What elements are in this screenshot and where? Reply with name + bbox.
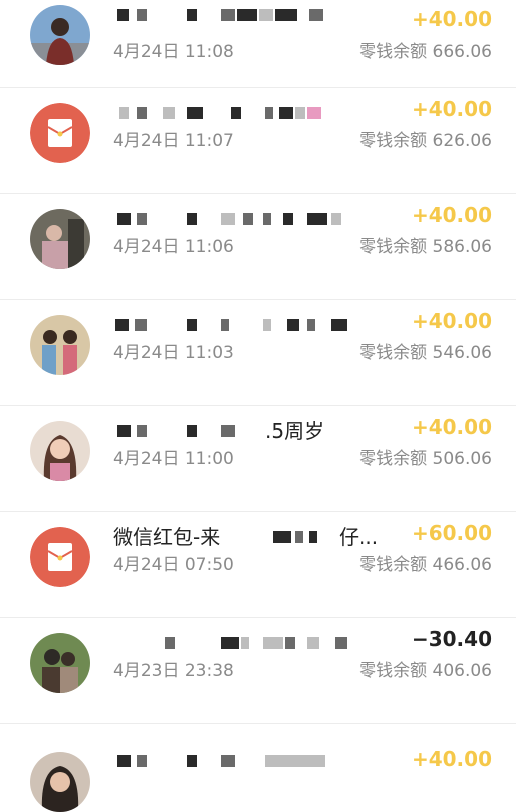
transaction-amount: +60.00 (411, 521, 492, 545)
transaction-amount: +40.00 (411, 747, 492, 771)
transaction-row[interactable]: 4月24日 11:06 +40.00 零钱余额 586.06 (0, 194, 516, 300)
balance-text: 零钱余额 586.06 (359, 236, 492, 258)
transaction-amount: +40.00 (411, 415, 492, 439)
balance-text: 零钱余额 666.06 (359, 41, 492, 63)
avatar (30, 5, 90, 65)
red-packet-icon (30, 103, 90, 163)
balance-value: 666.06 (432, 42, 492, 62)
transaction-time: 4月24日 11:06 (113, 237, 234, 257)
transaction-time: 4月24日 11:08 (113, 42, 234, 62)
transaction-title (113, 0, 393, 30)
transaction-row[interactable]: .5周岁 4月24日 11:00 +40.00 零钱余额 506.06 (0, 406, 516, 512)
balance-text: 零钱余额 506.06 (359, 448, 492, 470)
balance-label: 零钱余额 (359, 42, 428, 62)
transaction-row[interactable]: 微信红包-来 仔... 4月24日 07:50 +60.00 零钱余额 466.… (0, 512, 516, 618)
transaction-amount: +40.00 (411, 7, 492, 31)
transaction-row[interactable]: 4月24日 11:08 +40.00 零钱余额 666.06 (0, 0, 516, 88)
balance-label: 零钱余额 (359, 449, 428, 469)
transaction-time: 4月24日 11:00 (113, 449, 234, 469)
transaction-time: 4月24日 11:03 (113, 343, 234, 363)
transaction-amount: +40.00 (411, 97, 492, 121)
avatar (30, 315, 90, 375)
balance-value: 546.06 (432, 343, 492, 363)
balance-value: 626.06 (432, 131, 492, 151)
balance-text: 零钱余额 466.06 (359, 554, 492, 576)
transaction-title: 微信红包-来 仔... (113, 522, 393, 552)
avatar (30, 633, 90, 693)
balance-value: 506.06 (432, 449, 492, 469)
transaction-row[interactable]: 4月24日 11:03 +40.00 零钱余额 546.06 (0, 300, 516, 406)
transaction-title (113, 204, 393, 234)
transaction-amount: −30.40 (411, 627, 492, 651)
avatar (30, 752, 90, 812)
transaction-row[interactable]: +40.00 (0, 724, 516, 812)
avatar (30, 421, 90, 481)
transaction-list: 4月24日 11:08 +40.00 零钱余额 666.06 4月24日 11:… (0, 0, 516, 812)
transaction-row[interactable]: 4月24日 11:07 +40.00 零钱余额 626.06 (0, 88, 516, 194)
transaction-title (113, 98, 393, 128)
balance-text: 零钱余额 406.06 (359, 660, 492, 682)
title-visible-text: .5周岁 (265, 419, 325, 443)
balance-label: 零钱余额 (359, 343, 428, 363)
balance-value: 586.06 (432, 237, 492, 257)
transaction-title (113, 628, 393, 658)
balance-value: 466.06 (432, 555, 492, 575)
avatar (30, 209, 90, 269)
balance-value: 406.06 (432, 661, 492, 681)
transaction-title: .5周岁 (113, 416, 393, 446)
transaction-time: 4月24日 11:07 (113, 131, 234, 151)
transaction-amount: +40.00 (411, 309, 492, 333)
balance-label: 零钱余额 (359, 131, 428, 151)
title-visible-text: 微信红包-来 (113, 525, 221, 549)
transaction-time: 4月23日 23:38 (113, 661, 234, 681)
transaction-time: 4月24日 07:50 (113, 555, 234, 575)
title-suffix-text: 仔... (339, 525, 379, 549)
transaction-title (113, 746, 393, 776)
balance-text: 零钱余额 546.06 (359, 342, 492, 364)
red-packet-icon (30, 527, 90, 587)
balance-label: 零钱余额 (359, 661, 428, 681)
transaction-amount: +40.00 (411, 203, 492, 227)
balance-label: 零钱余额 (359, 237, 428, 257)
transaction-title (113, 310, 393, 340)
balance-label: 零钱余额 (359, 555, 428, 575)
balance-text: 零钱余额 626.06 (359, 130, 492, 152)
transaction-row[interactable]: 4月23日 23:38 −30.40 零钱余额 406.06 (0, 618, 516, 724)
